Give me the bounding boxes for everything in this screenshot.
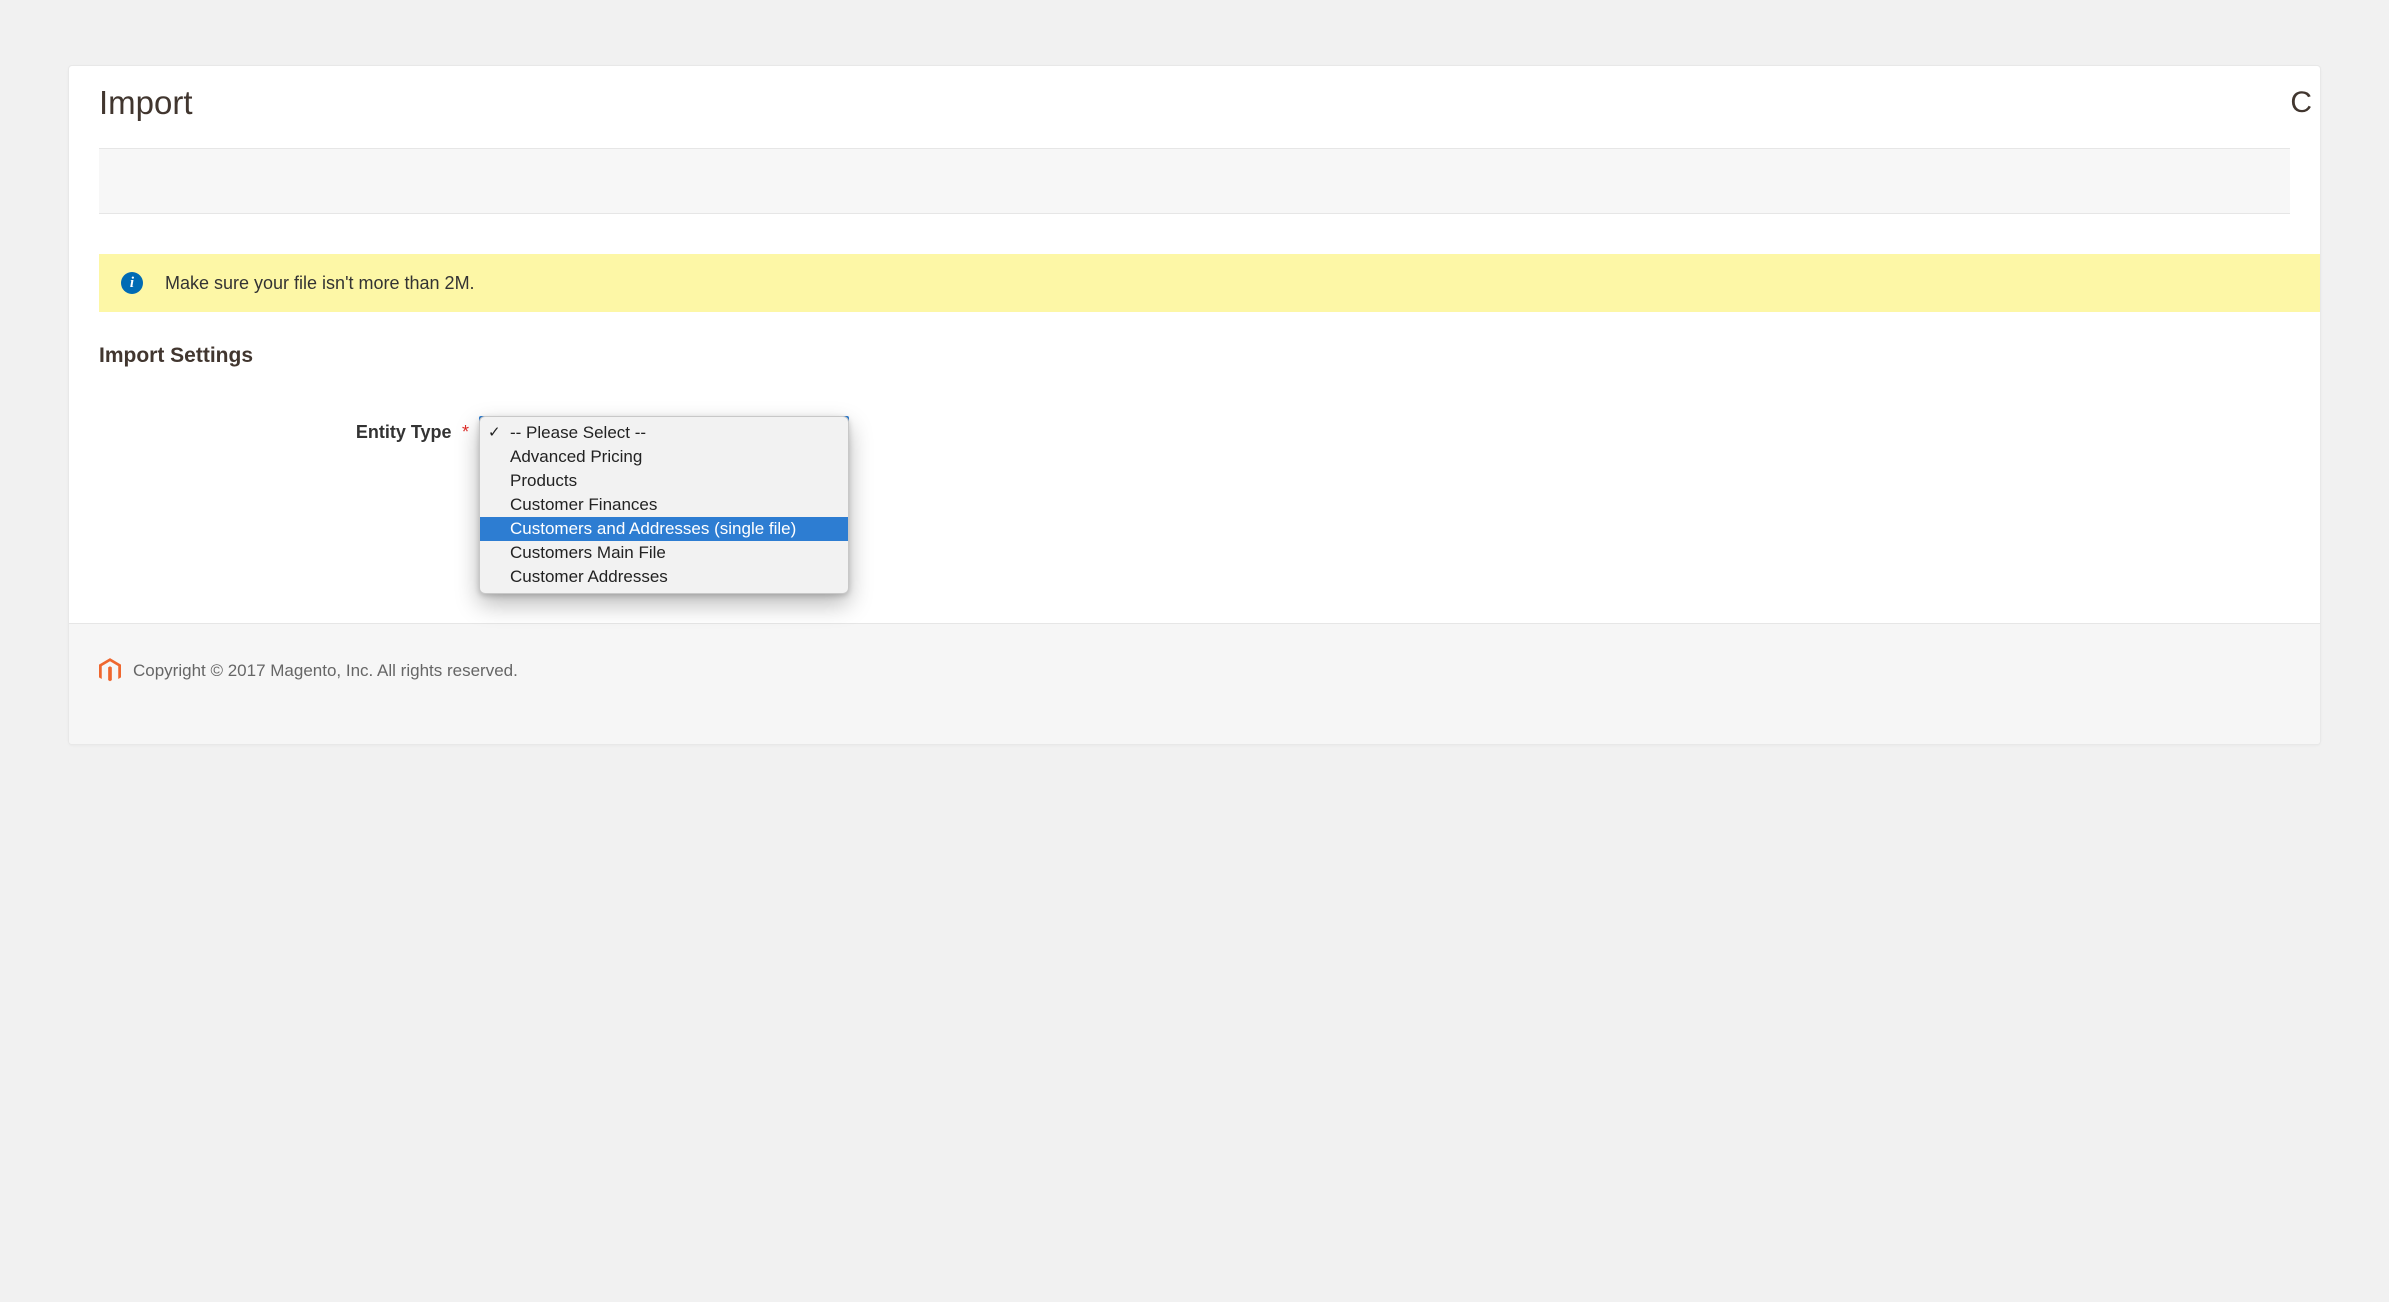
dropdown-option[interactable]: Advanced Pricing [480, 445, 848, 469]
dropdown-option[interactable]: Customers Main File [480, 541, 848, 565]
dropdown-option[interactable]: Customers and Addresses (single file) [480, 517, 848, 541]
required-indicator: * [462, 422, 469, 442]
dropdown-option[interactable]: Customer Finances [480, 493, 848, 517]
info-icon: i [121, 272, 143, 294]
entity-type-label: Entity Type [356, 422, 452, 442]
truncated-button-letter: C [2290, 86, 2312, 120]
title-bar: Import C [69, 66, 2320, 136]
page-footer: Copyright © 2017 Magento, Inc. All right… [69, 623, 2320, 744]
entity-type-select[interactable]: -- Please Select --Advanced PricingProdu… [479, 416, 849, 450]
dropdown-option[interactable]: Products [480, 469, 848, 493]
entity-type-label-wrap: Entity Type * [99, 416, 469, 443]
toolbar-strip [99, 148, 2290, 214]
dropdown-option[interactable]: -- Please Select -- [480, 421, 848, 445]
notice-text: Make sure your file isn't more than 2M. [165, 273, 475, 294]
import-settings-heading: Import Settings [99, 344, 2290, 368]
dropdown-option[interactable]: Customer Addresses [480, 565, 848, 589]
magento-logo-icon [99, 658, 121, 684]
page-title: Import [99, 84, 193, 122]
import-page: Import C i Make sure your file isn't mor… [68, 65, 2321, 745]
entity-type-row: Entity Type * -- Please Select --Advance… [99, 416, 2290, 450]
info-notice: i Make sure your file isn't more than 2M… [99, 254, 2320, 312]
copyright-text: Copyright © 2017 Magento, Inc. All right… [133, 661, 518, 681]
entity-type-dropdown[interactable]: -- Please Select --Advanced PricingProdu… [479, 416, 849, 594]
